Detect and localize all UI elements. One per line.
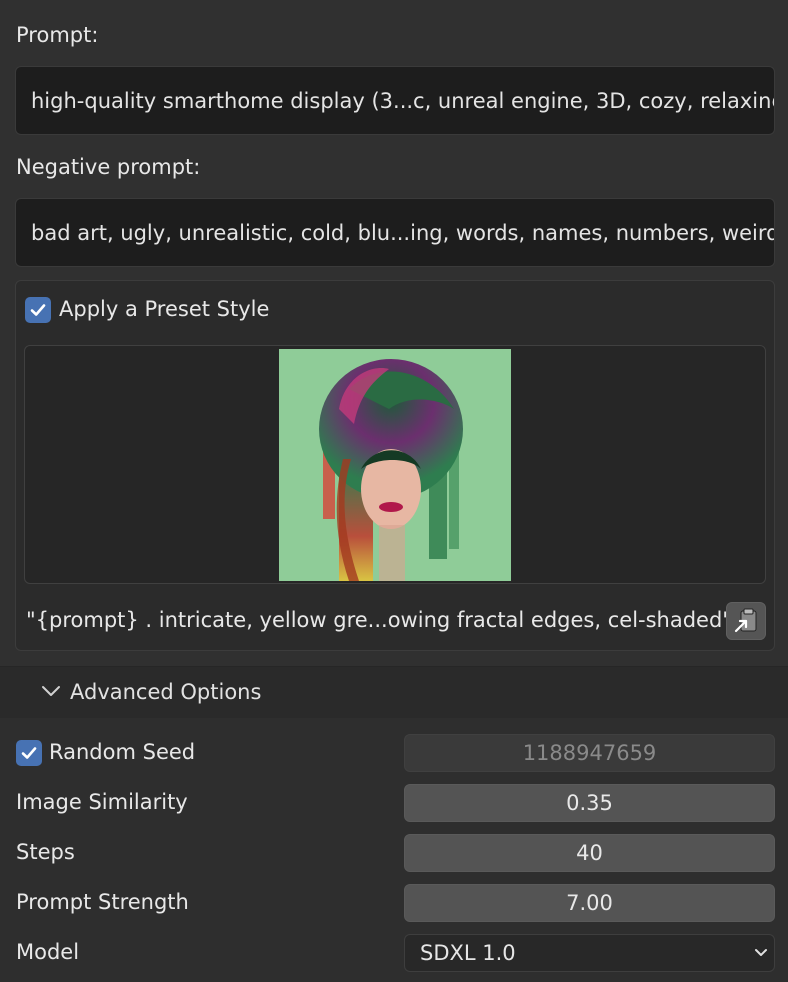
steps-field[interactable]: 40 (404, 834, 775, 872)
model-select-value: SDXL 1.0 (420, 941, 516, 965)
paste-clipboard-icon (734, 608, 757, 633)
preset-style-label[interactable]: Apply a Preset Style (59, 297, 269, 321)
advanced-options-label: Advanced Options (70, 680, 262, 704)
advanced-options-header[interactable]: Advanced Options (0, 666, 788, 718)
steps-label: Steps (16, 840, 75, 864)
prompt-section: Prompt: high-quality smarthome display (… (0, 0, 788, 666)
prompt-strength-label: Prompt Strength (16, 890, 189, 914)
style-preview-image[interactable] (279, 349, 511, 581)
dream-textures-panel: Prompt: high-quality smarthome display (… (0, 0, 788, 982)
image-similarity-field[interactable]: 0.35 (404, 784, 775, 822)
prompt-label: Prompt: (16, 23, 99, 47)
prompt-strength-field[interactable]: 7.00 (404, 884, 775, 922)
chevron-down-icon (42, 686, 60, 696)
chevron-down-icon (755, 949, 767, 956)
seed-field: 1188947659 (404, 734, 775, 772)
negative-prompt-label: Negative prompt: (16, 155, 201, 179)
random-seed-checkbox[interactable] (16, 740, 42, 766)
preset-style-checkbox[interactable] (25, 297, 51, 323)
checkmark-icon (21, 747, 37, 759)
checkmark-icon (30, 304, 46, 316)
random-seed-label[interactable]: Random Seed (49, 740, 195, 764)
prompt-input[interactable]: high-quality smarthome display (3...c, u… (15, 66, 775, 135)
style-template-text: "{prompt} . intricate, yellow gre...owin… (26, 608, 732, 632)
model-select[interactable]: SDXL 1.0 (404, 934, 775, 972)
image-similarity-label: Image Similarity (16, 790, 188, 814)
negative-prompt-input[interactable]: bad art, ugly, unrealistic, cold, blu...… (15, 198, 775, 267)
paste-button[interactable] (726, 602, 766, 640)
model-label: Model (16, 940, 80, 964)
